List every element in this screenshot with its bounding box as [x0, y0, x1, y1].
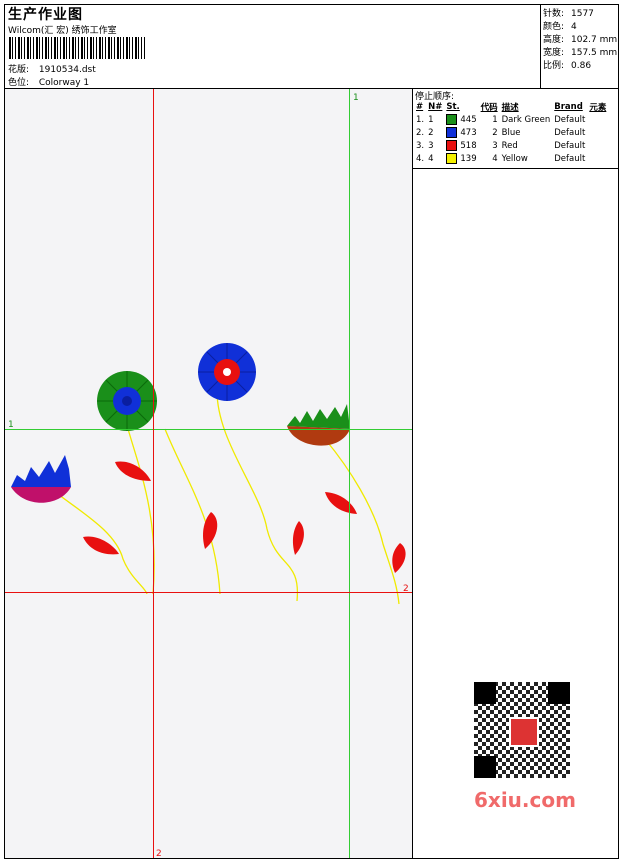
stem-1 — [122, 410, 155, 595]
flower-green — [97, 371, 157, 431]
guide-label-red-bottom: 2 — [156, 849, 162, 858]
thread-row: 1. 1 445 1 Dark Green Default — [416, 114, 586, 125]
stat-scale: 比例: 0.86 — [543, 61, 592, 71]
leaf-4 — [292, 521, 304, 555]
stem-2 — [216, 386, 299, 602]
barcode — [9, 37, 145, 59]
red-leaves — [83, 461, 406, 573]
thread-table-header: # N# St. 代码 描述 Brand 元素 — [416, 101, 607, 113]
colorway-label: 色位: — [8, 78, 30, 88]
stat-width: 宽度: 157.5 mm — [543, 48, 618, 58]
color-swatch — [446, 140, 458, 151]
embroidery-design: 1 1 2 2 — [5, 89, 412, 858]
stem-5 — [324, 438, 400, 605]
guide-label-green-top: 1 — [353, 93, 359, 103]
guide-label-green-left: 1 — [8, 420, 14, 430]
stem-3 — [164, 428, 221, 595]
leaf-6 — [392, 543, 406, 573]
leaf-3 — [203, 512, 218, 549]
design-value: 1910534.dst — [38, 65, 96, 75]
thread-row: 4. 4 139 4 Yellow Default — [416, 153, 586, 164]
guide-label-red-right: 2 — [403, 584, 409, 594]
header-info: 生产作业图 Wilcom(汇 宏) 绣饰工作室 花版: 1910534.dst … — [5, 5, 541, 89]
colorway-row: 色位: Colorway 1 — [8, 75, 89, 88]
thread-table: # N# St. 代码 描述 Brand 元素 1. 1 445 1 Dark Gr… — [414, 100, 608, 165]
bud-green-red — [287, 404, 350, 446]
design-label: 花版: — [8, 65, 30, 75]
stop-sequence-panel: 停止顺序: # N# St. 代码 描述 Brand 元素 1. 1 445 1D… — [413, 89, 618, 169]
colorway-value: Colorway 1 — [38, 78, 90, 88]
color-swatch — [446, 114, 458, 125]
thread-row: 3. 3 518 3 Red Default — [416, 140, 586, 151]
company-name: Wilcom(汇 宏) 绣饰工作室 — [8, 26, 117, 36]
stat-height: 高度: 102.7 mm — [543, 35, 618, 45]
leaf-5 — [325, 492, 357, 514]
sheet-title: 生产作业图 — [8, 7, 83, 23]
stats-panel: 针数: 1577 颜色: 4 高度: 102.7 mm 宽度: 157.5 mm 比例:… — [541, 5, 618, 89]
color-swatch — [446, 127, 458, 138]
qr-watermark: 6xiu.com — [466, 676, 578, 814]
flower-blue — [198, 343, 256, 401]
leaf-1 — [115, 461, 151, 481]
watermark-text: 6xiu.com — [474, 788, 576, 812]
thread-row: 2. 2 473 2 Blue Default — [416, 127, 586, 138]
stat-stitches: 针数: 1577 — [543, 9, 594, 19]
stat-colors: 颜色: 4 — [543, 22, 577, 32]
design-canvas: 1 1 2 2 — [5, 89, 413, 858]
leaf-2 — [83, 536, 119, 555]
design-row: 花版: 1910534.dst — [8, 62, 96, 75]
bud-blue-red — [11, 455, 71, 503]
color-swatch — [446, 153, 458, 164]
qr-code-icon — [474, 682, 570, 778]
